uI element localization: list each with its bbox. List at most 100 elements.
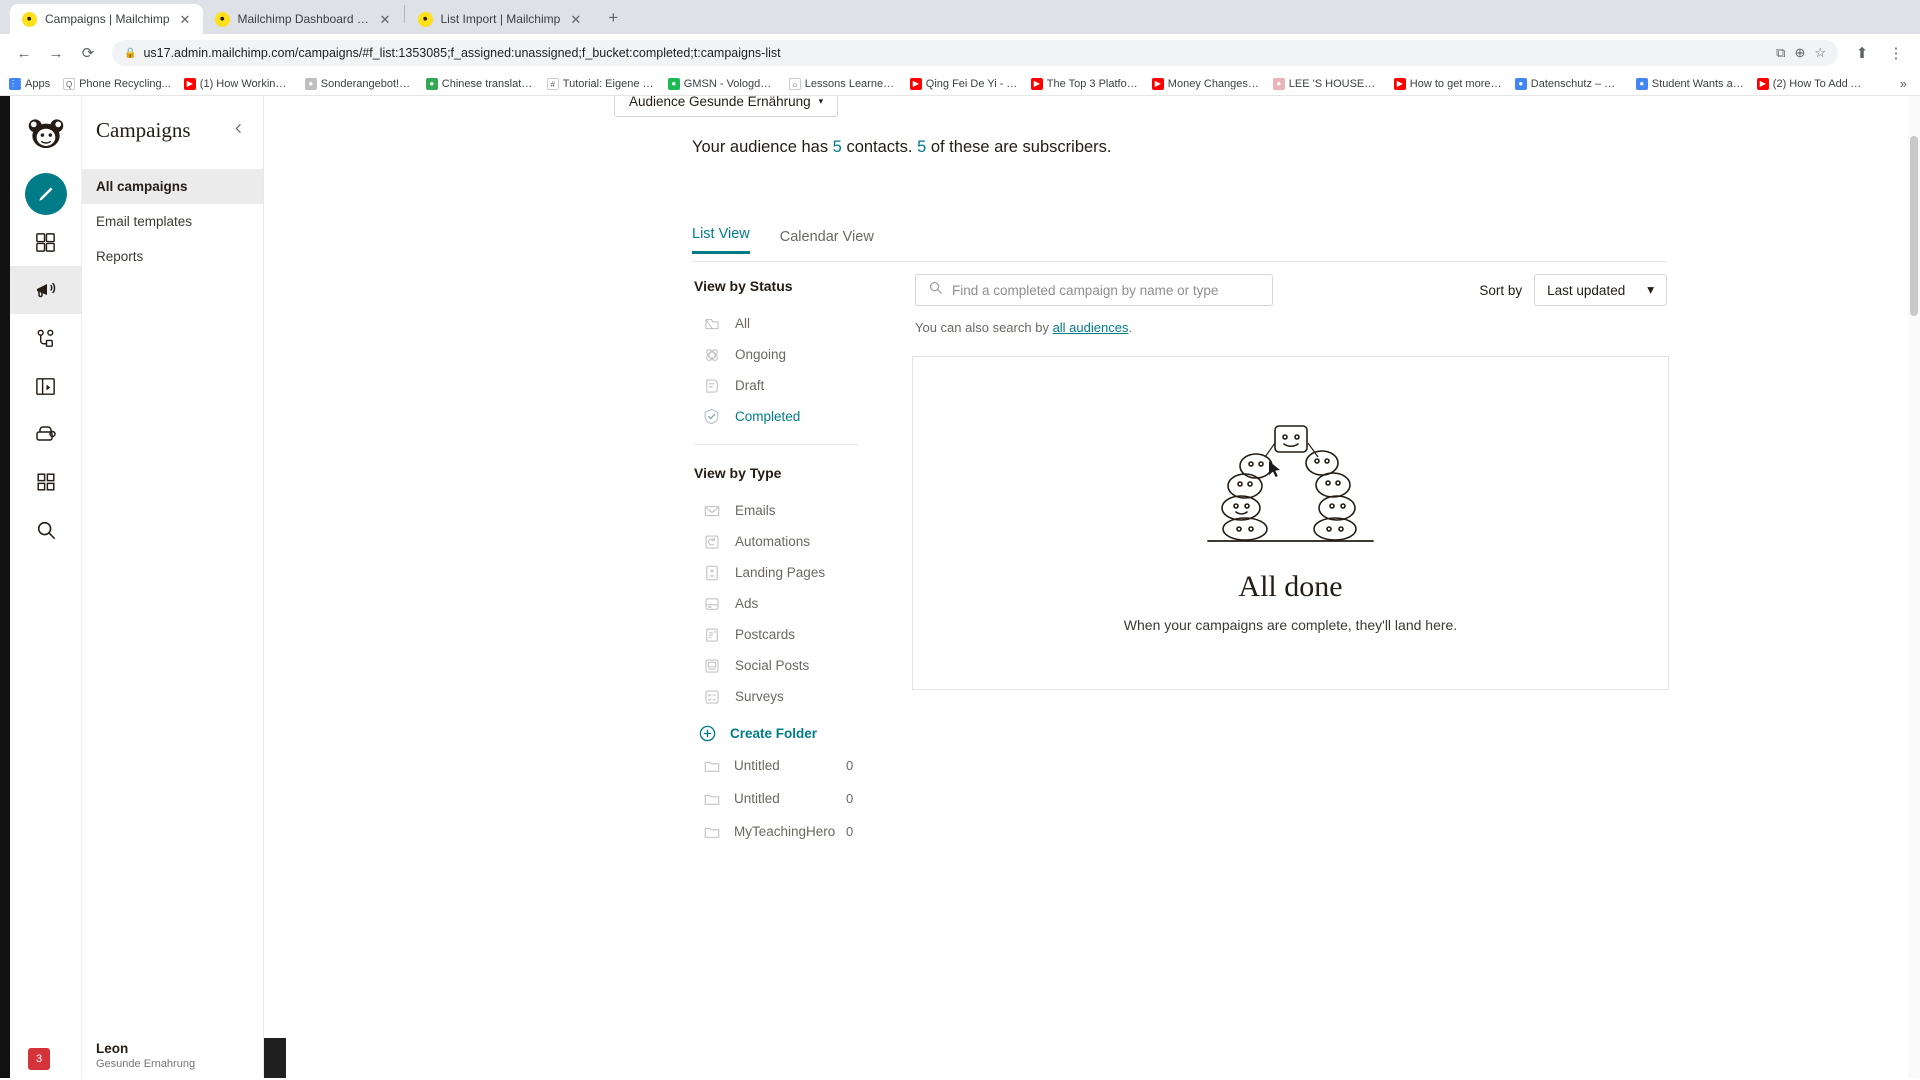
browser-tab-0[interactable]: Campaigns | Mailchimp ✕ bbox=[10, 4, 203, 34]
address-bar[interactable]: 🔒 us17.admin.mailchimp.com/campaigns/#f_… bbox=[112, 40, 1838, 66]
campaign-search-box[interactable] bbox=[915, 274, 1273, 306]
bookmark-item[interactable]: ▶ (2) How To Add A... bbox=[1756, 77, 1865, 90]
bookmark-item[interactable]: ▶ Qing Fei De Yi - Y... bbox=[909, 77, 1018, 90]
filter-type-surveys[interactable]: Surveys bbox=[694, 681, 872, 712]
tab-close-icon[interactable]: ✕ bbox=[378, 12, 393, 27]
view-tabs: List View Calendar View bbox=[692, 226, 874, 254]
create-button[interactable] bbox=[10, 170, 82, 218]
browser-tab-1[interactable]: Mailchimp Dashboard | Mailch ✕ bbox=[202, 4, 403, 34]
filter-status-completed[interactable]: Completed bbox=[694, 401, 872, 432]
mailchimp-favicon-icon bbox=[417, 11, 433, 27]
filter-type-ads[interactable]: Ads bbox=[694, 588, 872, 619]
audience-select[interactable]: Audience Gesunde Ernährung ▾ bbox=[614, 96, 839, 117]
bookmark-star-icon[interactable]: ☆ bbox=[1814, 45, 1826, 61]
audience-nav[interactable] bbox=[10, 218, 82, 266]
campaigns-nav[interactable] bbox=[9, 266, 82, 314]
chevron-left-icon[interactable] bbox=[232, 122, 245, 139]
bookmark-label: (1) How Working a... bbox=[199, 77, 292, 90]
tab-list-view[interactable]: List View bbox=[692, 226, 750, 254]
filter-type-landing-pages[interactable]: Landing Pages bbox=[694, 557, 872, 588]
bookmark-label: Qing Fei De Yi - Y... bbox=[925, 77, 1018, 90]
completed-check-icon bbox=[702, 407, 721, 426]
scrollbar-thumb[interactable] bbox=[1910, 136, 1918, 316]
filter-type-social-posts[interactable]: Social Posts bbox=[694, 650, 872, 681]
tab-close-icon[interactable]: ✕ bbox=[568, 12, 583, 27]
filter-type-emails[interactable]: Emails bbox=[694, 495, 872, 526]
bookmark-item[interactable]: ● GMSN - Vologda,... bbox=[667, 77, 776, 90]
mailchimp-logo[interactable] bbox=[23, 110, 69, 156]
bookmark-item[interactable]: ● Sonderangebot! |... bbox=[304, 77, 413, 90]
filter-label: Landing Pages bbox=[735, 565, 826, 580]
create-folder-button[interactable]: Create Folder bbox=[694, 718, 872, 749]
search-input[interactable] bbox=[952, 282, 1260, 298]
audience-select-label: Audience Gesunde Ernährung bbox=[629, 96, 811, 109]
mailchimp-app: 3 Campaigns All campaigns Email template… bbox=[0, 96, 1920, 1078]
filter-label: Ads bbox=[735, 596, 759, 611]
bookmark-favicon-icon: ▶ bbox=[1393, 77, 1406, 90]
notification-badge[interactable]: 3 bbox=[28, 1048, 50, 1070]
folder-item[interactable]: Untitled 0 bbox=[694, 749, 872, 782]
page-title: Campaigns bbox=[96, 118, 191, 142]
automation-icon bbox=[702, 532, 721, 551]
tab-calendar-view[interactable]: Calendar View bbox=[780, 229, 874, 254]
folder-name: MyTeachingHero bbox=[734, 824, 836, 839]
search-and-sort-row: Sort by Last updated ▾ bbox=[915, 274, 1667, 306]
share-icon[interactable]: ⬆ bbox=[1848, 39, 1876, 67]
content-studio-nav[interactable] bbox=[10, 410, 82, 458]
filter-label: Surveys bbox=[735, 689, 784, 704]
filter-status-all[interactable]: All bbox=[694, 308, 872, 339]
folder-item[interactable]: Untitled 0 bbox=[694, 782, 872, 815]
account-info[interactable]: Leon Gesunde Ernahrung bbox=[82, 1041, 264, 1070]
create-circle bbox=[24, 173, 67, 215]
bookmark-item[interactable]: # Tutorial: Eigene Fa... bbox=[546, 77, 655, 90]
zoom-icon[interactable]: ⊕ bbox=[1794, 45, 1805, 61]
bookmark-item[interactable]: ▶ The Top 3 Platfor... bbox=[1030, 77, 1139, 90]
filter-status-draft[interactable]: Draft bbox=[694, 370, 872, 401]
browser-tab-2[interactable]: List Import | Mailchimp ✕ bbox=[405, 4, 594, 34]
folder-icon bbox=[702, 789, 721, 808]
bookmark-favicon-icon: ▶ bbox=[1151, 77, 1164, 90]
back-button[interactable]: ← bbox=[10, 39, 38, 67]
bookmark-item[interactable]: ⋮⋮ Apps bbox=[9, 77, 50, 90]
all-audiences-link[interactable]: all audiences bbox=[1053, 320, 1129, 335]
integrations-nav[interactable] bbox=[10, 458, 82, 506]
bookmark-item[interactable]: ▶ (1) How Working a... bbox=[183, 77, 292, 90]
forward-button[interactable]: → bbox=[42, 39, 70, 67]
nav-item-email-templates[interactable]: Email templates bbox=[82, 204, 263, 239]
also-search-suffix: . bbox=[1128, 320, 1133, 335]
browser-tab-strip: Campaigns | Mailchimp ✕ Mailchimp Dashbo… bbox=[0, 0, 1920, 34]
bookmark-item[interactable]: ● Chinese translatio... bbox=[425, 77, 534, 90]
bookmark-label: Phone Recycling... bbox=[79, 77, 171, 90]
folder-count: 0 bbox=[846, 791, 854, 806]
bookmark-item[interactable]: ▶ Money Changes E... bbox=[1151, 77, 1260, 90]
bookmark-favicon-icon: ● bbox=[1514, 77, 1527, 90]
tab-close-icon[interactable]: ✕ bbox=[178, 12, 193, 27]
nav-item-reports[interactable]: Reports bbox=[82, 239, 263, 274]
bookmarks-overflow-icon[interactable]: » bbox=[1900, 76, 1911, 91]
nav-panel-header: Campaigns bbox=[82, 118, 263, 143]
extension-icon[interactable]: ⧉ bbox=[1776, 45, 1785, 61]
browser-menu-icon[interactable]: ⋮ bbox=[1882, 39, 1910, 67]
bookmark-item[interactable]: ▶ How to get more v... bbox=[1393, 77, 1502, 90]
filter-status-ongoing[interactable]: Ongoing bbox=[694, 339, 872, 370]
filter-label: All bbox=[735, 316, 751, 331]
bookmark-label: Lessons Learned f... bbox=[804, 77, 897, 90]
bookmark-item[interactable]: Q Phone Recycling... bbox=[63, 77, 171, 90]
filter-type-postcards[interactable]: Postcards bbox=[694, 619, 872, 650]
bookmark-item[interactable]: ● Datenschutz – Re... bbox=[1514, 77, 1623, 90]
folder-item[interactable]: MyTeachingHero 0 bbox=[694, 815, 872, 848]
search-nav[interactable] bbox=[10, 506, 82, 554]
folder-name: Untitled bbox=[734, 791, 780, 806]
sort-by-value: Last updated bbox=[1547, 282, 1626, 298]
bookmark-item[interactable]: ☼ Lessons Learned f... bbox=[788, 77, 897, 90]
bookmark-item[interactable]: ● LEE 'S HOUSE—... bbox=[1272, 77, 1381, 90]
reload-button[interactable]: ⟳ bbox=[74, 39, 102, 67]
website-nav[interactable] bbox=[10, 362, 82, 410]
page-scrollbar[interactable] bbox=[1908, 96, 1920, 1078]
filter-type-automations[interactable]: Automations bbox=[694, 526, 872, 557]
sort-by-select[interactable]: Last updated ▾ bbox=[1534, 274, 1667, 306]
new-tab-button[interactable]: + bbox=[599, 4, 627, 32]
automations-nav[interactable] bbox=[10, 314, 82, 362]
nav-item-all-campaigns[interactable]: All campaigns bbox=[82, 169, 263, 204]
bookmark-item[interactable]: ● Student Wants an... bbox=[1635, 77, 1744, 90]
